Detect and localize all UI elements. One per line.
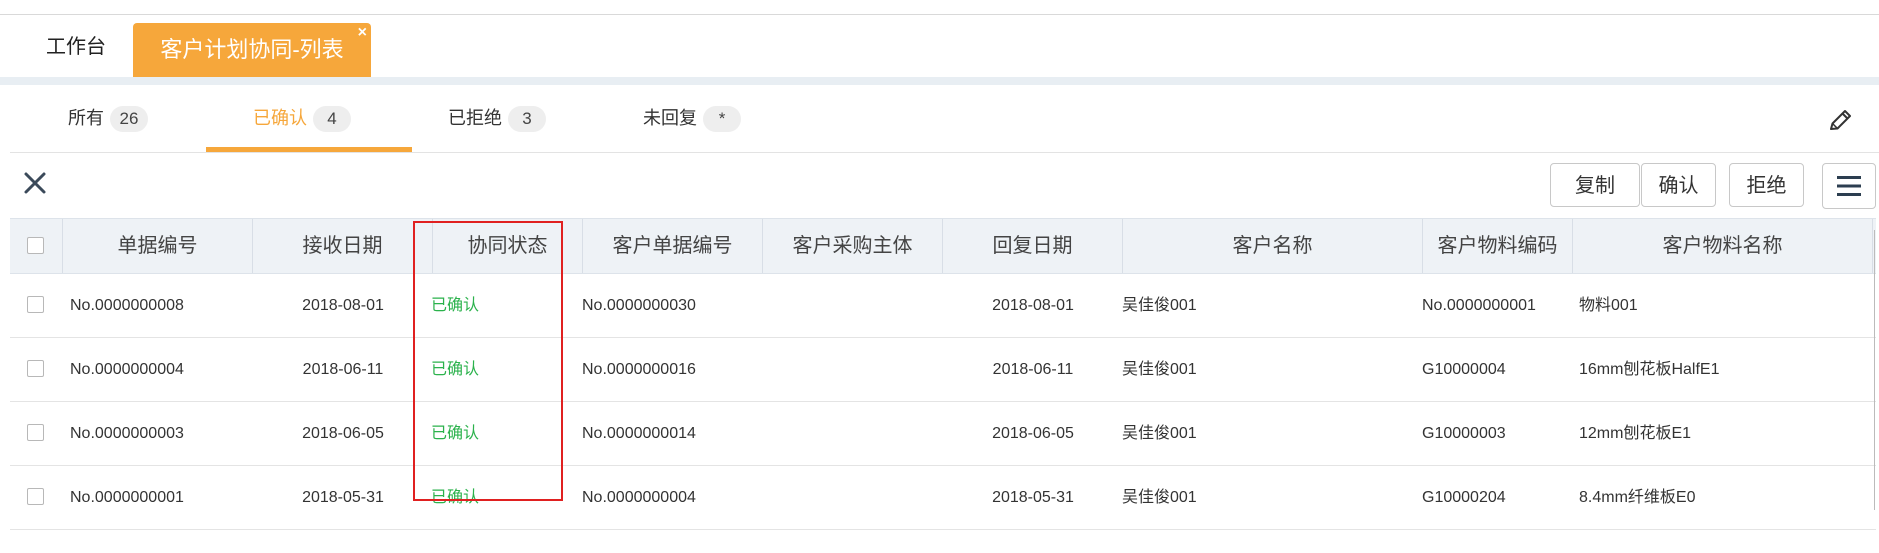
- header-material-name[interactable]: 客户物料名称: [1573, 219, 1873, 273]
- cell-material-name: 16mm刨花板HalfE1: [1579, 361, 1720, 378]
- cell-receive-date: 2018-08-01: [302, 297, 384, 314]
- right-edge-scroll-line: [1874, 230, 1875, 510]
- cell-material-name: 12mm刨花板E1: [1579, 425, 1692, 442]
- table-row[interactable]: No.0000000008 2018-08-01 已确认 No.00000000…: [10, 274, 1876, 338]
- cell-material-name: 8.4mm纤维板E0: [1579, 489, 1696, 506]
- cell-receive-date: 2018-06-05: [302, 425, 384, 442]
- cell-collab-status: 已确认: [431, 425, 480, 442]
- cell-customer-doc-no: No.0000000014: [582, 425, 696, 442]
- cell-customer-name: 吴佳俊001: [1122, 489, 1197, 506]
- header-customer-purchaser[interactable]: 客户采购主体: [763, 219, 943, 273]
- cell-reply-date: 2018-08-01: [992, 297, 1074, 314]
- status-filter-bar: 所有 26 已确认 4 已拒绝 3 未回复 *: [10, 85, 1879, 153]
- close-x-icon[interactable]: [22, 170, 48, 196]
- filter-rejected[interactable]: 已拒绝 3: [448, 85, 546, 151]
- grid-header: 单据编号 接收日期 协同状态 客户单据编号 客户采购主体 回复日期 客户名称 客…: [10, 218, 1876, 274]
- cell-customer-doc-no: No.0000000004: [582, 489, 696, 506]
- table-row[interactable]: No.0000000001 2018-05-31 已确认 No.00000000…: [10, 466, 1876, 530]
- cell-customer-name: 吴佳俊001: [1122, 425, 1197, 442]
- filter-count-badge: 26: [110, 106, 148, 132]
- cell-doc-no: No.0000000008: [70, 297, 184, 314]
- cell-receive-date: 2018-05-31: [302, 489, 384, 506]
- row-checkbox[interactable]: [27, 360, 44, 377]
- cell-reply-date: 2018-06-11: [992, 361, 1074, 378]
- filter-unreplied[interactable]: 未回复 *: [643, 85, 741, 151]
- cell-material-code: G10000204: [1422, 489, 1506, 506]
- cell-material-code: G10000004: [1422, 361, 1506, 378]
- cell-material-code: G10000003: [1422, 425, 1506, 442]
- header-reply-date[interactable]: 回复日期: [943, 219, 1123, 273]
- filter-confirmed[interactable]: 已确认 4: [253, 85, 351, 151]
- hamburger-menu-icon: [1837, 176, 1861, 196]
- cell-collab-status: 已确认: [431, 297, 480, 314]
- cell-collab-status: 已确认: [431, 489, 480, 506]
- row-checkbox[interactable]: [27, 488, 44, 505]
- cell-doc-no: No.0000000004: [70, 361, 184, 378]
- tab-workbench[interactable]: 工作台: [46, 30, 106, 59]
- table-row[interactable]: No.0000000004 2018-06-11 已确认 No.00000000…: [10, 338, 1876, 402]
- cell-doc-no: No.0000000001: [70, 489, 184, 506]
- header-customer-doc-no[interactable]: 客户单据编号: [583, 219, 763, 273]
- header-customer-name[interactable]: 客户名称: [1123, 219, 1423, 273]
- close-tab-icon[interactable]: ×: [358, 25, 367, 41]
- cell-reply-date: 2018-06-05: [992, 425, 1074, 442]
- row-checkbox[interactable]: [27, 424, 44, 441]
- copy-button[interactable]: 复制: [1550, 163, 1640, 207]
- filter-all[interactable]: 所有 26: [68, 85, 148, 151]
- confirm-button[interactable]: 确认: [1641, 163, 1716, 207]
- edit-pencil-icon[interactable]: [1826, 107, 1854, 135]
- tab-customer-plan-list[interactable]: 客户计划协同-列表 ×: [133, 23, 371, 77]
- header-checkbox-cell: [10, 219, 63, 273]
- cell-material-name: 物料001: [1579, 297, 1638, 314]
- cell-collab-status: 已确认: [431, 361, 480, 378]
- filter-count-badge: *: [703, 106, 741, 132]
- cell-receive-date: 2018-06-11: [302, 361, 384, 378]
- table-row[interactable]: No.0000000003 2018-06-05 已确认 No.00000000…: [10, 402, 1876, 466]
- header-collab-status[interactable]: 协同状态: [433, 219, 583, 273]
- filter-label: 所有: [68, 108, 104, 128]
- tab-active-label: 客户计划协同-列表: [160, 37, 344, 62]
- filter-label: 已确认: [253, 108, 307, 128]
- filter-label: 未回复: [643, 108, 697, 128]
- filter-divider: [10, 152, 1879, 153]
- hamburger-menu-button[interactable]: [1822, 163, 1876, 209]
- cell-reply-date: 2018-05-31: [992, 489, 1074, 506]
- header-doc-no[interactable]: 单据编号: [63, 219, 253, 273]
- filter-label: 已拒绝: [448, 108, 502, 128]
- filter-count-badge: 3: [508, 106, 546, 132]
- cell-customer-name: 吴佳俊001: [1122, 297, 1197, 314]
- filter-count-badge: 4: [313, 106, 351, 132]
- reject-button[interactable]: 拒绝: [1729, 163, 1804, 207]
- cell-customer-doc-no: No.0000000030: [582, 297, 696, 314]
- cell-material-code: No.0000000001: [1422, 297, 1536, 314]
- cell-customer-name: 吴佳俊001: [1122, 361, 1197, 378]
- header-material-code[interactable]: 客户物料编码: [1423, 219, 1573, 273]
- header-receive-date[interactable]: 接收日期: [253, 219, 433, 273]
- cell-customer-doc-no: No.0000000016: [582, 361, 696, 378]
- row-checkbox[interactable]: [27, 296, 44, 313]
- cell-doc-no: No.0000000003: [70, 425, 184, 442]
- tab-strip: [0, 77, 1879, 85]
